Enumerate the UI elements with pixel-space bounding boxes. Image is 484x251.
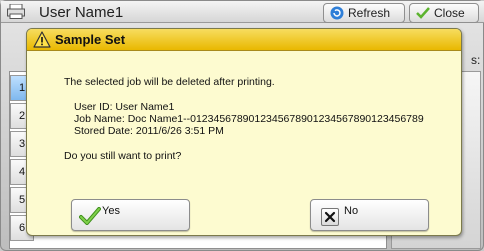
- refresh-button[interactable]: Refresh: [323, 3, 405, 23]
- yes-button[interactable]: Yes: [71, 199, 190, 231]
- x-icon: [321, 208, 339, 226]
- refresh-icon: [330, 6, 344, 20]
- refresh-label: Refresh: [348, 6, 391, 20]
- window-header: User Name1 Refresh Close: [1, 1, 484, 23]
- window-title: User Name1: [39, 4, 124, 21]
- checkmark-icon: [79, 207, 101, 225]
- dialog-title-bar: Sample Set: [27, 29, 461, 51]
- job-name-text: Job Name: Doc Name1--0123456789012345678…: [74, 113, 424, 125]
- no-label: No: [344, 205, 359, 217]
- close-label: Close: [434, 6, 465, 20]
- stored-date-text: Stored Date: 2011/6/26 3:51 PM: [74, 125, 224, 137]
- dialog-title: Sample Set: [55, 32, 126, 47]
- sample-set-dialog: Sample Set The selected job will be dele…: [26, 28, 462, 236]
- check-icon: [416, 7, 430, 19]
- user-id-text: User ID: User Name1: [74, 101, 175, 113]
- close-button[interactable]: Close: [409, 3, 479, 23]
- confirm-question: Do you still want to print?: [64, 150, 182, 162]
- yes-label: Yes: [102, 205, 120, 217]
- dialog-message: The selected job will be deleted after p…: [64, 76, 275, 88]
- printer-icon: [7, 4, 25, 19]
- no-button[interactable]: No: [310, 199, 429, 231]
- warning-icon: [33, 31, 51, 48]
- side-panel-label: s:: [471, 53, 481, 67]
